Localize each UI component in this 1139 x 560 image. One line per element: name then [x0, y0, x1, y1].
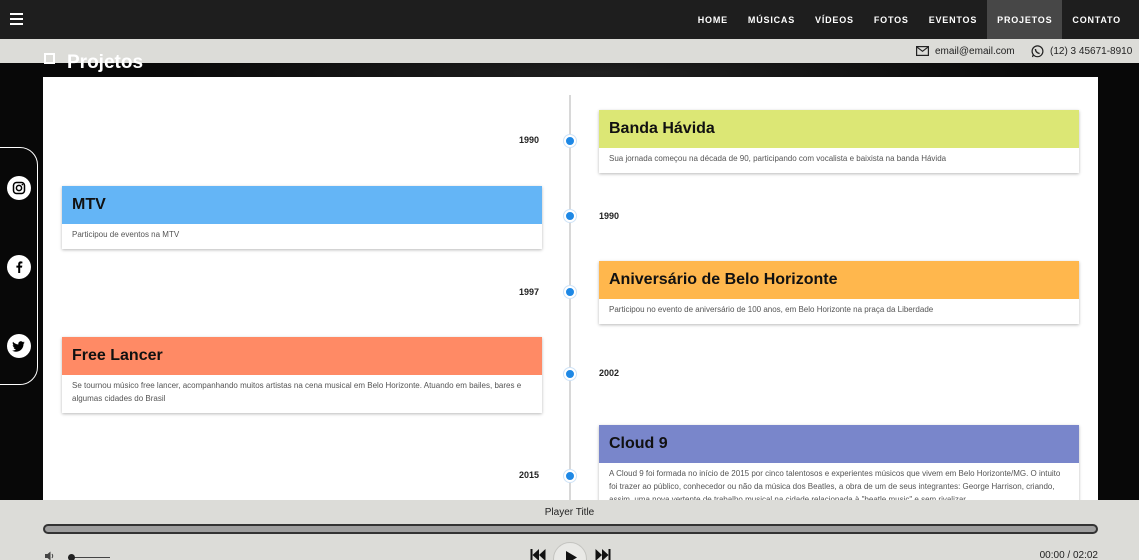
nav-item-videos[interactable]: VÍDEOS	[805, 0, 864, 39]
timeline-year: 1990	[519, 135, 540, 145]
twitter-icon[interactable]	[7, 334, 31, 358]
contact-bar: email@email.com (12) 3 45671-8910	[0, 39, 1139, 63]
instagram-icon[interactable]	[7, 176, 31, 200]
timeline-year: 1997	[519, 287, 540, 297]
section-title-text: Projetos	[67, 52, 144, 73]
card-title: MTV	[62, 186, 542, 224]
timeline-dot	[564, 210, 576, 222]
nav-item-eventos[interactable]: EVENTOS	[919, 0, 987, 39]
timeline-year: 2015	[519, 470, 540, 480]
card-text: Participou de eventos na MTV	[72, 230, 180, 239]
email-icon	[916, 46, 929, 56]
card-title: Cloud 9	[599, 425, 1079, 463]
card-text: A Cloud 9 foi formada no início de 2015 …	[609, 469, 1061, 500]
image-icon	[44, 52, 55, 64]
player-title: Player Title	[544, 507, 595, 518]
nav-item-fotos[interactable]: FOTOS	[864, 0, 919, 39]
audio-player: Player Title 00:00 / 02:02	[0, 500, 1139, 560]
card-title: Free Lancer	[62, 337, 542, 375]
top-navbar: HOME MÚSICAS VÍDEOS FOTOS EVENTOS PROJET…	[0, 0, 1139, 39]
timeline-dot	[564, 286, 576, 298]
timeline-dot	[564, 368, 576, 380]
play-icon	[566, 551, 577, 560]
contact-phone[interactable]: (12) 3 45671-8910	[1031, 39, 1132, 63]
player-time: 00:00 / 02:02	[1039, 550, 1098, 560]
timeline-panel: 1990 Banda Hávida Sua jornada começou na…	[43, 77, 1098, 500]
player-progress-bar[interactable]	[43, 524, 1098, 534]
main-nav: HOME MÚSICAS VÍDEOS FOTOS EVENTOS PROJET…	[688, 0, 1131, 39]
card-text: Sua jornada começou na década de 90, par…	[609, 154, 947, 163]
timeline-card-aniversario-bh[interactable]: Aniversário de Belo Horizonte Participou…	[599, 261, 1079, 324]
timeline-card-banda-havida[interactable]: Banda Hávida Sua jornada começou na déca…	[599, 110, 1079, 173]
social-rail	[0, 147, 38, 385]
menu-icon[interactable]	[10, 13, 23, 26]
play-button[interactable]	[553, 542, 587, 560]
facebook-icon[interactable]	[7, 255, 31, 279]
phone-text: (12) 3 45671-8910	[1050, 45, 1133, 57]
timeline-card-free-lancer[interactable]: Free Lancer Se tournou músico free lance…	[62, 337, 542, 413]
nav-item-musicas[interactable]: MÚSICAS	[738, 0, 805, 39]
nav-item-contato[interactable]: CONTATO	[1062, 0, 1131, 39]
timeline-dot	[564, 135, 576, 147]
timeline-card-mtv[interactable]: MTV Participou de eventos na MTV	[62, 186, 542, 249]
whatsapp-icon	[1031, 44, 1044, 57]
contact-email[interactable]: email@email.com	[916, 39, 1015, 63]
timeline-year: 2002	[599, 368, 620, 378]
card-text: Se tournou músico free lancer, acompanha…	[72, 381, 522, 403]
card-text: Participou no evento de aniversário de 1…	[609, 305, 934, 314]
volume-slider-knob[interactable]	[68, 554, 75, 560]
section-title: Projetos	[44, 52, 143, 74]
nav-item-home[interactable]: HOME	[688, 0, 738, 39]
email-text: email@email.com	[935, 45, 1015, 57]
timeline-card-cloud-9[interactable]: Cloud 9 A Cloud 9 foi formada no início …	[599, 425, 1079, 500]
timeline-year: 1990	[599, 211, 620, 221]
timeline-dot	[564, 470, 576, 482]
volume-icon[interactable]	[44, 550, 56, 560]
previous-icon[interactable]	[530, 549, 546, 560]
card-title: Banda Hávida	[599, 110, 1079, 148]
card-title: Aniversário de Belo Horizonte	[599, 261, 1079, 299]
next-icon[interactable]	[595, 549, 611, 560]
nav-item-projetos[interactable]: PROJETOS	[987, 0, 1063, 39]
